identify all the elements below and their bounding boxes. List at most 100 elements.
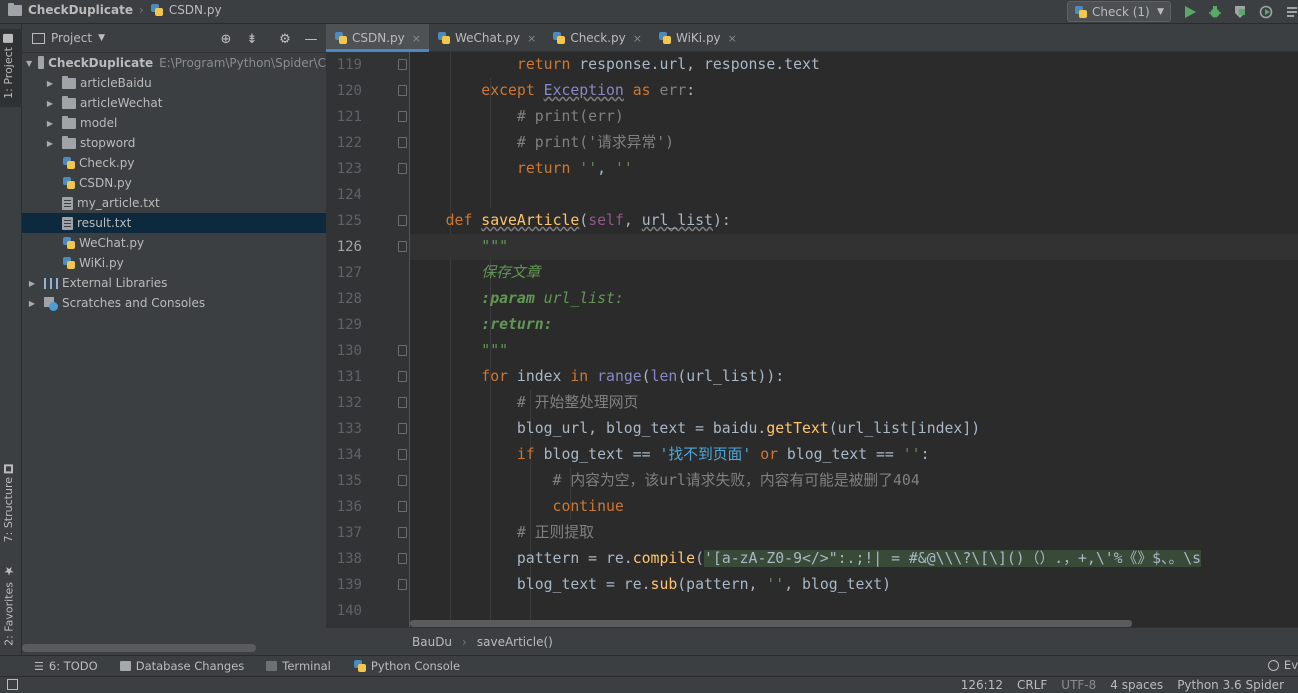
tree-item[interactable]: result.txt (22, 213, 326, 233)
todo-tool-button[interactable]: ☰ 6: TODO (34, 659, 98, 673)
line-number: 140 (336, 603, 362, 619)
expanded-arrow-icon[interactable]: ▼ (26, 59, 32, 68)
fold-marker-icon[interactable] (398, 59, 407, 70)
fold-marker-icon[interactable] (398, 163, 407, 174)
tree-item-label: articleWechat (80, 96, 163, 110)
run-button[interactable] (1182, 4, 1198, 20)
fold-marker-icon[interactable] (398, 579, 407, 590)
code-line: blog_url, blog_text = baidu.getText(url_… (410, 420, 981, 437)
line-number: 135 (336, 473, 362, 489)
terminal-tool-button[interactable]: Terminal (266, 659, 331, 673)
collapsed-arrow-icon[interactable]: ▶ (26, 279, 38, 288)
nav-file-name[interactable]: CSDN.py (169, 3, 222, 17)
fold-marker-icon[interactable] (398, 137, 407, 148)
folder-icon (62, 95, 76, 109)
locate-icon[interactable]: ⊕ (218, 31, 234, 47)
event-log-tool-button[interactable]: Ev (1267, 658, 1298, 672)
chevron-down-icon[interactable]: ▼ (98, 33, 105, 43)
editor-tab[interactable]: WeChat.py × (429, 24, 544, 52)
project-horizontal-scrollbar[interactable] (22, 644, 256, 652)
collapsed-arrow-icon[interactable]: ▶ (44, 99, 56, 108)
project-view-select[interactable]: Project (51, 31, 92, 45)
fold-marker-icon[interactable] (398, 345, 407, 356)
editor-horizontal-scrollbar[interactable] (410, 620, 1132, 627)
tree-item[interactable]: ▶ articleBaidu (22, 73, 326, 93)
library-icon (44, 277, 58, 289)
more-actions-button[interactable] (1284, 4, 1298, 20)
event-log-label: Ev (1283, 658, 1298, 672)
python-console-tool-button[interactable]: Python Console (353, 659, 460, 673)
line-number: 134 (336, 447, 362, 463)
python-icon (353, 659, 366, 673)
left-tool-strip: 1: Project 7: Structure 2: Favorites ★ (0, 24, 22, 655)
structure-tool-tab[interactable]: 7: Structure (2, 464, 15, 542)
editor-tab[interactable]: Check.py × (544, 24, 650, 52)
code-editor[interactable]: return response.url, response.text excep… (410, 52, 1298, 627)
debug-button[interactable] (1207, 4, 1223, 20)
tree-item[interactable]: Check.py (22, 153, 326, 173)
breadcrumb-class[interactable]: BauDu (412, 635, 452, 649)
interpreter[interactable]: Python 3.6 Spider (1177, 678, 1284, 692)
tree-item[interactable]: ▶ model (22, 113, 326, 133)
fold-marker-icon[interactable] (398, 449, 407, 460)
fold-marker-icon[interactable] (398, 111, 407, 122)
close-icon[interactable]: × (633, 32, 642, 45)
profile-button[interactable] (1258, 4, 1274, 20)
folder-icon (8, 2, 22, 16)
tree-item-label: WiKi.py (79, 256, 124, 270)
line-number: 126 (336, 239, 362, 255)
root-name: CheckDuplicate (48, 56, 154, 70)
close-icon[interactable]: × (728, 32, 737, 45)
editor-tab[interactable]: CSDN.py × (326, 24, 429, 52)
tree-external-libraries[interactable]: ▶ External Libraries (22, 273, 326, 293)
tree-item[interactable]: my_article.txt (22, 193, 326, 213)
fold-marker-icon[interactable] (398, 241, 407, 252)
breadcrumb-method[interactable]: saveArticle() (477, 635, 553, 649)
fold-marker-icon[interactable] (398, 475, 407, 486)
root-path: E:\Program\Python\Spider\C (159, 56, 326, 70)
database-changes-tool-button[interactable]: Database Changes (119, 659, 244, 673)
fold-marker-icon[interactable] (398, 501, 407, 512)
favorites-tool-tab[interactable]: 2: Favorites ★ (2, 564, 16, 646)
collapsed-arrow-icon[interactable]: ▶ (44, 119, 56, 128)
project-tool-tab[interactable]: 1: Project (2, 34, 15, 99)
line-separator[interactable]: CRLF (1017, 678, 1047, 692)
fold-marker-icon[interactable] (398, 371, 407, 382)
tree-item[interactable]: CSDN.py (22, 173, 326, 193)
collapsed-arrow-icon[interactable]: ▶ (26, 299, 38, 308)
collapsed-arrow-icon[interactable]: ▶ (44, 79, 56, 88)
folder-icon (62, 135, 76, 149)
tree-item[interactable]: ▶ stopword (22, 133, 326, 153)
fold-marker-icon[interactable] (398, 397, 407, 408)
code-line: continue (552, 498, 624, 515)
tree-item-label: articleBaidu (80, 76, 152, 90)
fold-marker-icon[interactable] (398, 423, 407, 434)
tree-item-label: model (80, 116, 118, 130)
line-number: 139 (336, 577, 362, 593)
fold-marker-icon[interactable] (398, 553, 407, 564)
tree-item-label: my_article.txt (77, 196, 160, 210)
nav-project-name[interactable]: CheckDuplicate (28, 3, 133, 17)
coverage-button[interactable] (1232, 4, 1248, 20)
gear-icon[interactable]: ⚙ (277, 31, 293, 47)
close-icon[interactable]: × (527, 32, 536, 45)
tool-windows-toggle-icon[interactable] (7, 679, 18, 690)
hide-panel-icon[interactable]: — (303, 31, 319, 47)
close-icon[interactable]: × (412, 32, 421, 45)
tree-item[interactable]: ▶ articleWechat (22, 93, 326, 113)
fold-marker-icon[interactable] (398, 85, 407, 96)
run-configuration-select[interactable]: Check (1) ▼ (1067, 1, 1171, 22)
tree-scratches[interactable]: ▶ Scratches and Consoles (22, 293, 326, 313)
tree-root[interactable]: ▼ CheckDuplicate E:\Program\Python\Spide… (22, 53, 326, 73)
caret-position[interactable]: 126:12 (961, 678, 1003, 692)
collapse-all-icon[interactable]: ⇟ (244, 31, 260, 47)
tree-item[interactable]: WeChat.py (22, 233, 326, 253)
editor-tab[interactable]: WiKi.py × (650, 24, 745, 52)
file-encoding[interactable]: UTF-8 (1061, 678, 1096, 692)
collapsed-arrow-icon[interactable]: ▶ (44, 139, 56, 148)
fold-marker-icon[interactable] (398, 215, 407, 226)
line-number: 131 (336, 369, 362, 385)
indent-setting[interactable]: 4 spaces (1110, 678, 1163, 692)
tree-item[interactable]: WiKi.py (22, 253, 326, 273)
fold-marker-icon[interactable] (398, 527, 407, 538)
